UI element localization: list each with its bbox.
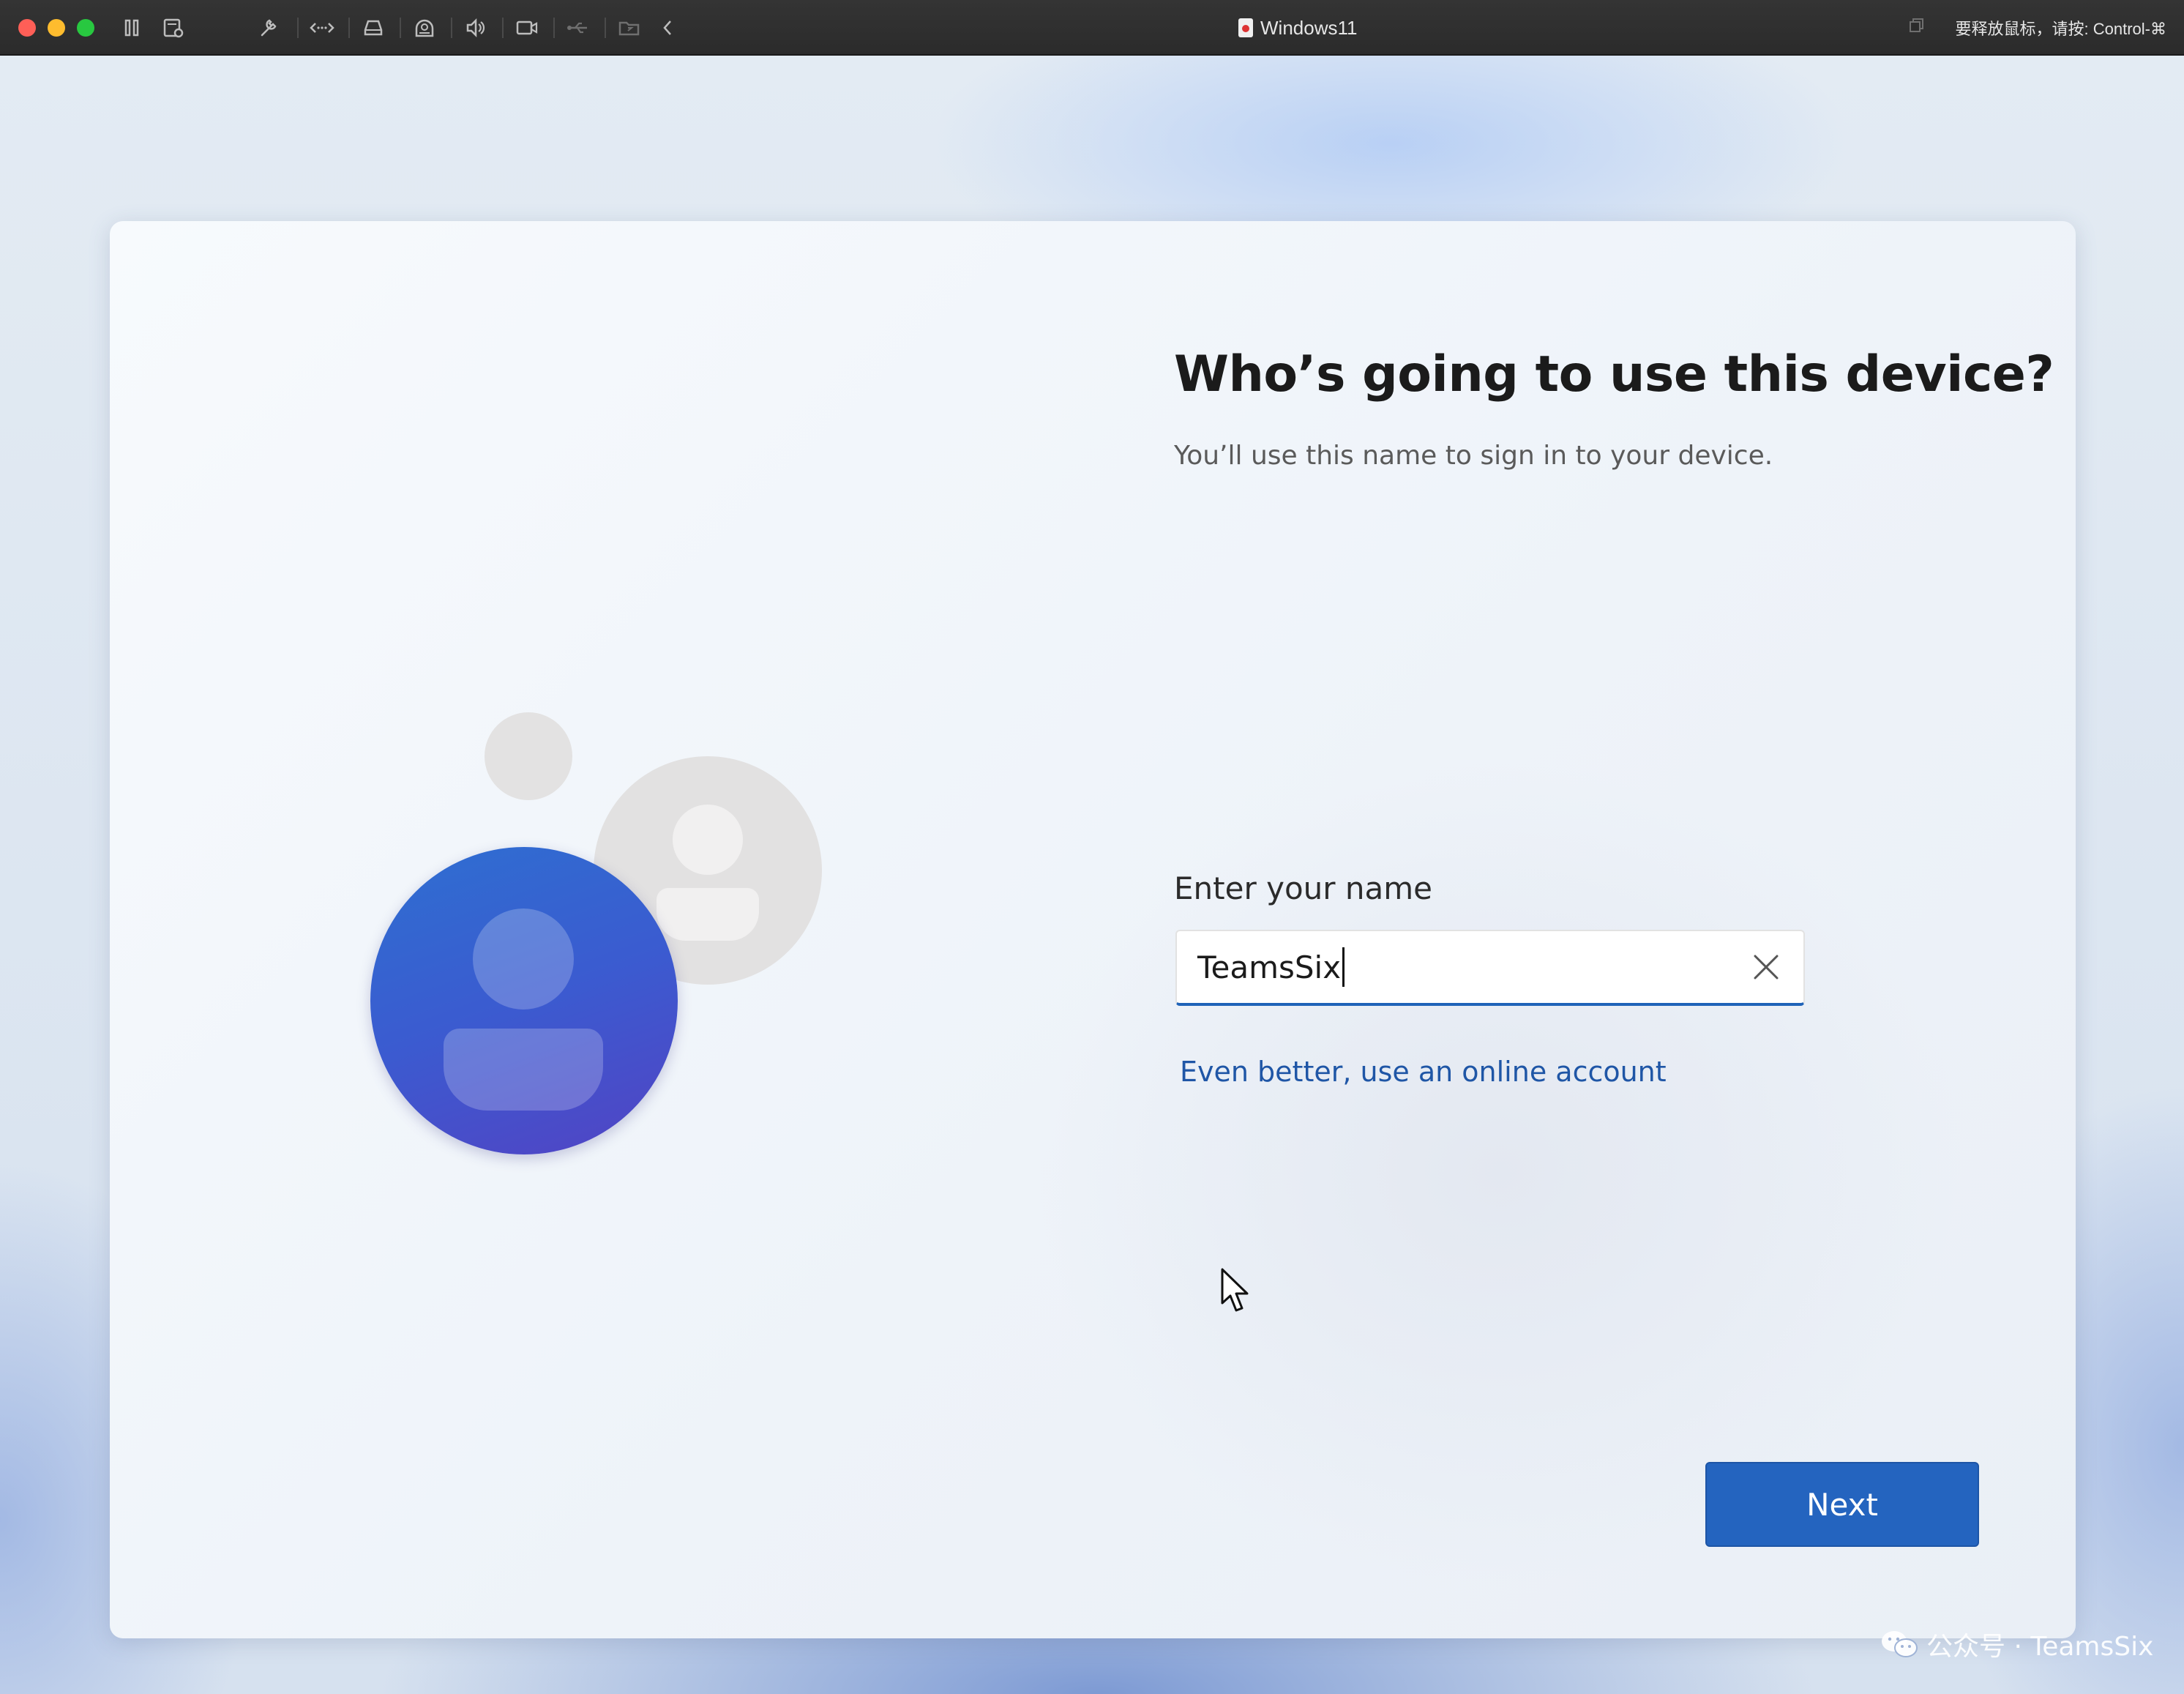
oobe-card: Who’s going to use this device? You’ll u… <box>110 221 2076 1638</box>
wechat-icon <box>1882 1631 1918 1657</box>
page-title: Who’s going to use this device? <box>1174 346 2054 403</box>
minimize-window-button[interactable] <box>48 19 65 37</box>
decorative-dot <box>485 712 572 800</box>
window-title: Windows11 <box>1238 12 1357 44</box>
camera-icon[interactable] <box>514 15 540 41</box>
collapse-arrow-icon[interactable] <box>654 15 681 41</box>
vm-document-icon <box>1238 18 1253 37</box>
release-mouse-hint: 要释放鼠标，请按: Control-⌘ <box>1955 20 2166 38</box>
watermark-text: 公众号 · TeamsSix <box>1926 1632 2154 1662</box>
snapshot-icon[interactable] <box>160 15 187 41</box>
watermark: 公众号 · TeamsSix <box>1880 1625 2153 1663</box>
name-input-value[interactable]: TeamsSix <box>1197 931 1345 1003</box>
close-window-button[interactable] <box>18 19 36 37</box>
pause-icon[interactable] <box>119 15 145 41</box>
page-subtitle: You’ll use this name to sign in to your … <box>1174 441 1773 471</box>
copy-icon[interactable] <box>1909 18 1925 34</box>
name-input-text: TeamsSix <box>1197 949 1342 985</box>
close-icon <box>1754 955 1779 980</box>
online-account-link[interactable]: Even better, use an online account <box>1180 1056 1667 1088</box>
maximize-window-button[interactable] <box>77 19 94 37</box>
vm-titlebar: Windows11 要释放鼠标，请按: Control-⌘ <box>0 0 2184 56</box>
clear-input-button[interactable] <box>1748 949 1784 985</box>
network-icon[interactable] <box>309 15 335 41</box>
printer-icon[interactable] <box>411 15 438 41</box>
settings-wrench-icon[interactable] <box>256 15 283 41</box>
disk-icon[interactable] <box>360 15 386 41</box>
shared-folder-icon[interactable] <box>616 15 643 41</box>
primary-user-avatar-icon <box>370 847 678 1154</box>
window-title-text: Windows11 <box>1260 16 1358 39</box>
mouse-cursor-icon <box>1221 1268 1249 1312</box>
next-button[interactable]: Next <box>1705 1462 1979 1547</box>
vm-desktop: Who’s going to use this device? You’ll u… <box>0 56 2184 1694</box>
sound-icon[interactable] <box>463 15 489 41</box>
usb-icon[interactable] <box>565 15 591 41</box>
text-caret <box>1342 947 1345 987</box>
name-input[interactable]: TeamsSix <box>1175 930 1805 1006</box>
name-field-label: Enter your name <box>1174 870 1432 906</box>
